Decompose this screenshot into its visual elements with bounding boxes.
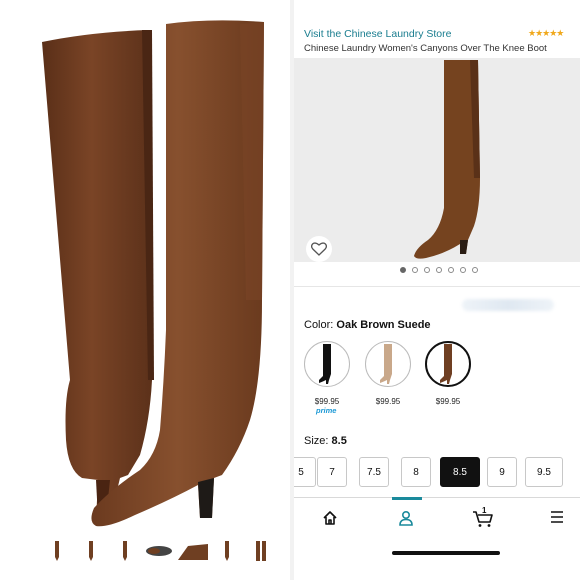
pagination-dot[interactable] [448, 267, 454, 273]
size-option[interactable]: 8 [401, 457, 431, 487]
size-option-selected[interactable]: 8.5 [440, 457, 480, 487]
size-value: 8.5 [331, 435, 347, 447]
person-icon [399, 510, 413, 526]
pagination-dot[interactable] [424, 267, 430, 273]
brown-boot-thumbnail [440, 344, 452, 384]
size-option[interactable]: 7.5 [359, 457, 389, 487]
heart-icon [311, 242, 327, 256]
pagination-dot[interactable] [436, 267, 442, 273]
size-selection-label: Size: 8.5 [304, 435, 347, 447]
pagination-dot[interactable] [460, 267, 466, 273]
color-swatch-taupe[interactable] [365, 341, 411, 387]
home-indicator-bar [392, 551, 500, 555]
cart-count-badge: 1 [482, 506, 487, 515]
color-swatch-black[interactable] [304, 341, 350, 387]
thumbnail[interactable] [108, 540, 142, 562]
product-photo-left [0, 0, 290, 580]
large-boot-image [42, 20, 264, 527]
swatch-price: $99.95 [435, 397, 461, 406]
thumbnail-strip [40, 540, 278, 562]
pagination-dot[interactable] [412, 267, 418, 273]
pagination-dot[interactable] [400, 267, 406, 273]
color-value: Oak Brown Suede [336, 319, 431, 331]
thumbnail[interactable] [244, 540, 278, 562]
pagination-dot[interactable] [472, 267, 478, 273]
color-selection-label: Color: Oak Brown Suede [304, 319, 431, 331]
color-label-prefix: Color: [304, 319, 334, 331]
thumbnail[interactable] [142, 540, 176, 562]
swatch-price: $99.95 [314, 397, 340, 406]
size-option[interactable]: 9 [487, 457, 517, 487]
nav-home[interactable] [322, 510, 338, 526]
prime-badge: prime [316, 406, 337, 415]
size-option[interactable]: 7 [317, 457, 347, 487]
size-option[interactable]: 5 [294, 457, 316, 487]
menu-icon [551, 511, 563, 523]
size-option[interactable]: 9.5 [525, 457, 563, 487]
black-boot-thumbnail [319, 344, 331, 384]
wishlist-button[interactable] [306, 236, 332, 262]
nav-account[interactable] [398, 510, 414, 526]
thumbnail[interactable] [40, 540, 74, 562]
section-divider [294, 286, 580, 287]
blurred-text [462, 299, 554, 311]
store-link[interactable]: Visit the Chinese Laundry Store [304, 28, 451, 40]
color-swatch-oak-brown[interactable] [425, 341, 471, 387]
product-image[interactable] [294, 58, 580, 262]
boot-image [414, 60, 480, 259]
image-pagination [400, 267, 478, 273]
thumbnail[interactable] [210, 540, 244, 562]
size-label-prefix: Size: [304, 435, 329, 447]
home-icon [323, 511, 337, 525]
taupe-boot-thumbnail [380, 344, 392, 384]
thumbnail[interactable] [176, 540, 210, 562]
product-detail-pane: Visit the Chinese Laundry Store ★★★★★ Ch… [294, 0, 580, 580]
thumbnail[interactable] [74, 540, 108, 562]
active-tab-indicator [392, 497, 422, 500]
rating-stars[interactable]: ★★★★★ [528, 28, 564, 39]
nav-menu[interactable] [550, 510, 564, 524]
product-title: Chinese Laundry Women's Canyons Over The… [304, 43, 547, 54]
swatch-price: $99.95 [375, 397, 401, 406]
